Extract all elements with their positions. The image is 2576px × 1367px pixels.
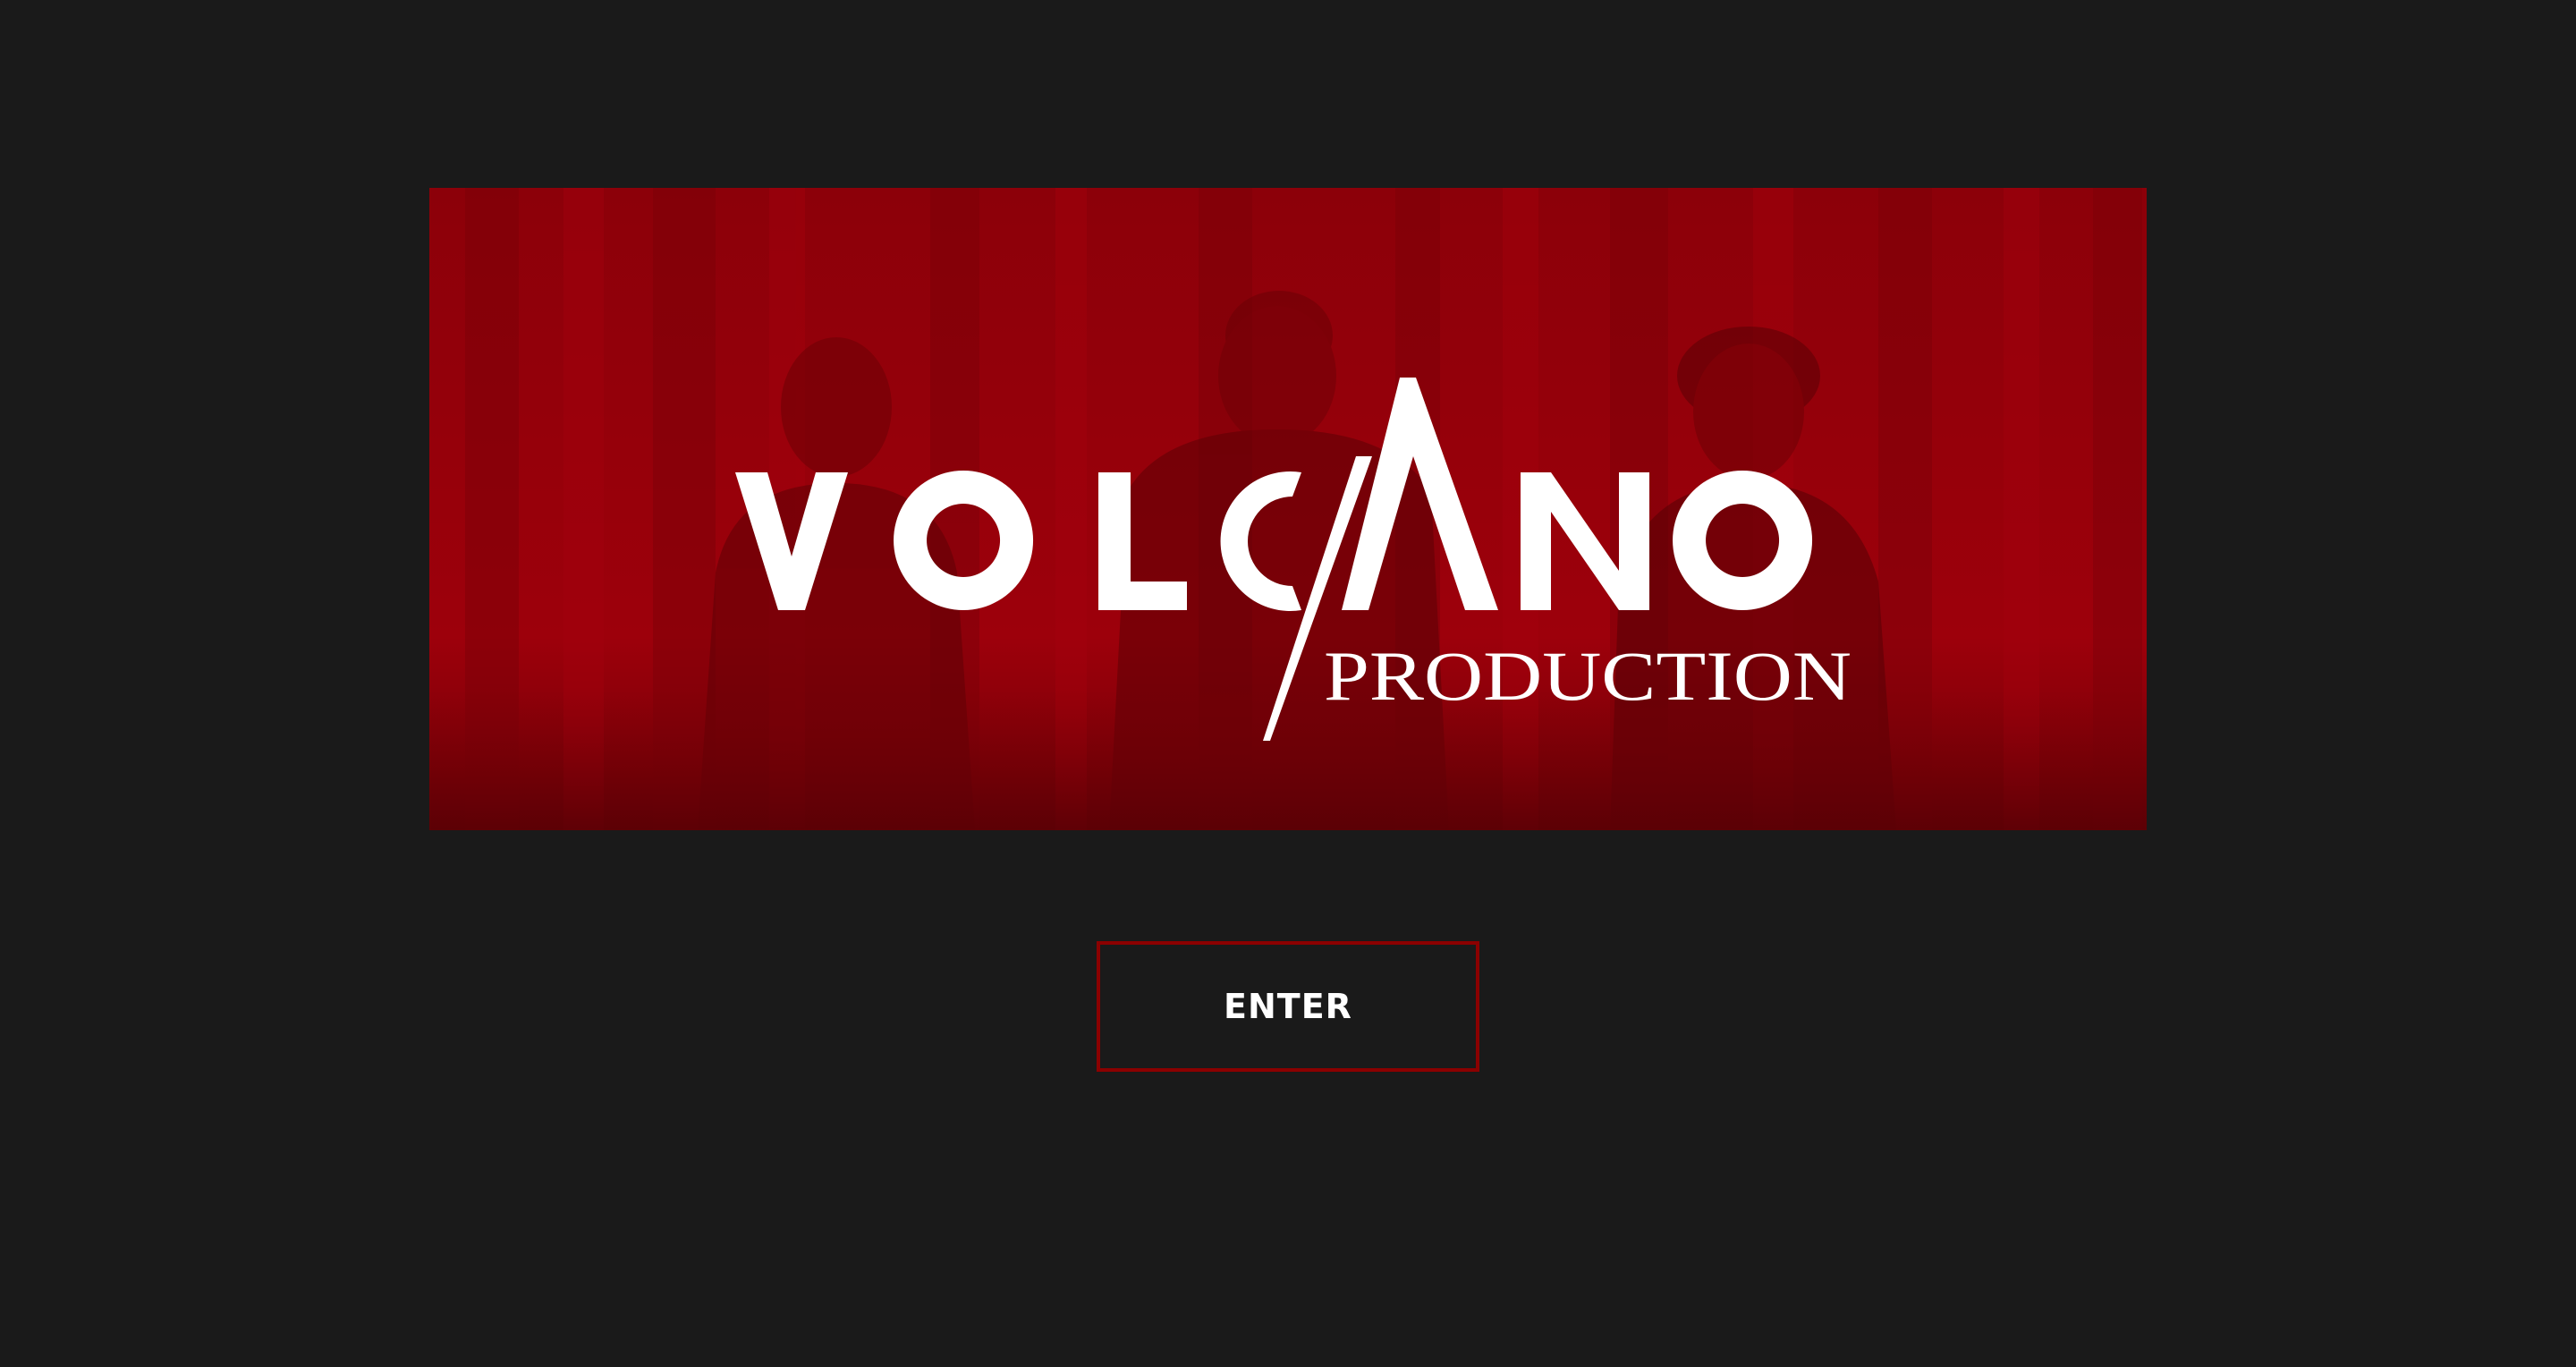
banner-floor-shade: [429, 689, 2147, 830]
hero-banner-graphic: PRODUCTION: [429, 188, 2147, 830]
splash-page: PRODUCTION ENTER: [0, 0, 2576, 1367]
hero-banner: PRODUCTION: [429, 188, 2147, 830]
logo-subtitle: PRODUCTION: [1324, 637, 1852, 715]
enter-button[interactable]: ENTER: [1097, 941, 1479, 1072]
